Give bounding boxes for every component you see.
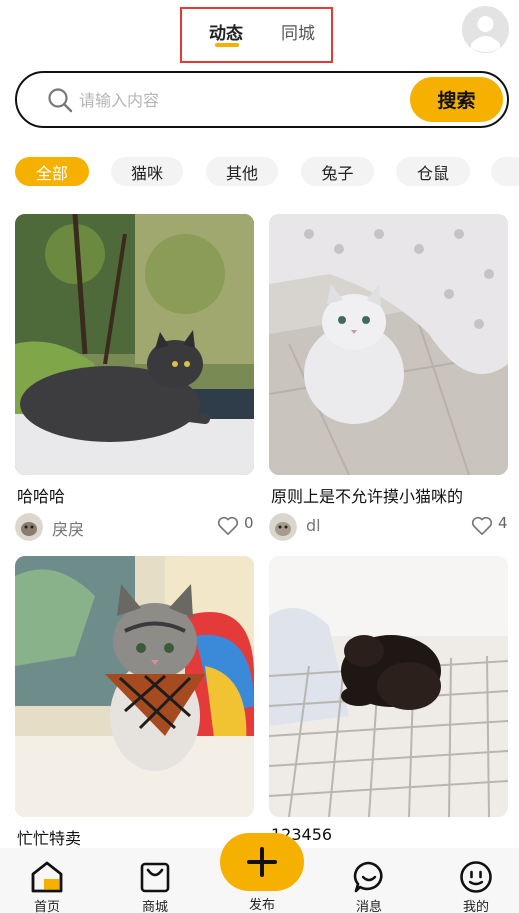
nav-messages[interactable]: 消息 — [339, 848, 399, 913]
category-chip-cats[interactable]: 猫咪 — [111, 157, 183, 186]
nav-profile-label: 我的 — [462, 900, 489, 913]
post-card[interactable]: 原则上是不允许摸小猫咪的 dl 4 — [269, 214, 508, 544]
post-title: 哈哈哈 — [17, 487, 66, 506]
top-tab-bar: 动态 同城 — [180, 7, 333, 63]
category-chip-all[interactable]: 全部 — [15, 157, 89, 186]
post-card[interactable]: 忙忙特卖 — [15, 556, 254, 848]
post-author-avatar[interactable] — [269, 513, 297, 541]
search-bar: 搜索 — [15, 71, 509, 128]
nav-home[interactable]: 首页 — [17, 848, 77, 913]
post-card[interactable]: 哈哈哈 戾戾 0 — [15, 214, 254, 544]
home-icon — [31, 861, 63, 893]
nav-profile[interactable]: 我的 — [446, 848, 506, 913]
heart-icon[interactable] — [471, 516, 493, 536]
tab-dynamic[interactable]: 动态 — [209, 19, 243, 44]
smiley-profile-icon — [460, 861, 492, 893]
post-image[interactable] — [269, 214, 508, 475]
publish-button[interactable] — [220, 833, 304, 891]
nav-mall[interactable]: 商城 — [125, 848, 185, 913]
category-chip-hamsters[interactable]: 仓鼠 — [396, 157, 470, 186]
search-input[interactable] — [79, 86, 399, 114]
user-avatar-icon[interactable] — [462, 6, 509, 53]
search-icon — [48, 88, 73, 113]
post-image[interactable] — [269, 556, 508, 817]
like-count: 0 — [244, 514, 254, 532]
heart-icon[interactable] — [217, 516, 239, 536]
post-image[interactable] — [15, 556, 254, 817]
category-chip-rabbits[interactable]: 兔子 — [301, 157, 374, 186]
post-card[interactable]: 123456 — [269, 556, 508, 848]
post-image[interactable] — [15, 214, 254, 475]
nav-messages-label: 消息 — [355, 900, 382, 913]
post-title: 忙忙特卖 — [17, 829, 82, 848]
nav-publish-label: 发布 — [248, 898, 275, 913]
post-author-name[interactable]: 戾戾 — [52, 516, 84, 540]
post-author-avatar[interactable] — [15, 513, 43, 541]
plus-icon — [247, 847, 277, 877]
chat-bubble-icon — [353, 861, 383, 893]
category-chip-other[interactable]: 其他 — [206, 157, 278, 186]
nav-home-label: 首页 — [33, 900, 60, 913]
category-filter-bar: 全部 猫咪 其他 兔子 仓鼠 — [15, 157, 519, 187]
post-author-name[interactable]: dl — [306, 516, 321, 535]
search-button[interactable]: 搜索 — [410, 77, 503, 122]
like-count: 4 — [498, 514, 508, 532]
post-title: 原则上是不允许摸小猫咪的 — [271, 487, 464, 506]
category-chip-more[interactable] — [491, 157, 519, 186]
shopping-bag-icon — [140, 862, 170, 893]
nav-mall-label: 商城 — [141, 900, 168, 913]
tab-same-city[interactable]: 同城 — [281, 19, 315, 44]
active-tab-indicator — [215, 43, 239, 47]
